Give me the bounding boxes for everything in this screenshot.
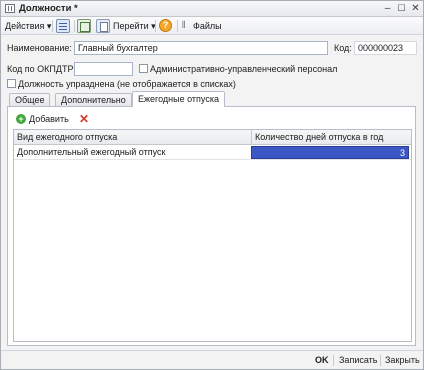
delete-icon[interactable]: ✕: [78, 112, 90, 126]
tab-annual-leave[interactable]: Ежегодные отпуска: [132, 91, 225, 107]
maximize-icon[interactable]: ☐: [395, 2, 408, 15]
toolbar-divider: [74, 20, 75, 32]
list-icon[interactable]: [56, 19, 70, 33]
tab-panel: + Добавить ✕ Вид ежегодного отпуска Коли…: [7, 106, 416, 346]
copy-icon[interactable]: [96, 19, 110, 33]
close-button[interactable]: Закрыть: [385, 353, 420, 367]
ok-button[interactable]: OK: [315, 353, 329, 367]
admin-personnel-checkbox[interactable]: [139, 64, 148, 73]
okpdtr-field[interactable]: [74, 62, 133, 76]
structure-icon[interactable]: [77, 19, 91, 33]
document-window: Должности * – ☐ ✕ Действия ▾ Перейти ▾ ?…: [0, 0, 424, 370]
add-button-label: Добавить: [29, 114, 69, 124]
files-button[interactable]: Файлы: [193, 19, 222, 33]
goto-menu-button[interactable]: Перейти ▾: [113, 19, 156, 33]
actions-menu-button[interactable]: Действия ▾: [5, 19, 51, 33]
okpdtr-label: Код по ОКПДТР:: [7, 64, 76, 74]
toolbar: Действия ▾ Перейти ▾ ? 𝍪 Файлы: [1, 17, 423, 35]
code-label: Код:: [334, 43, 352, 53]
footer-divider: [333, 355, 334, 366]
add-icon: +: [16, 114, 26, 124]
table-row[interactable]: Дополнительный ежегодный отпуск 3: [14, 146, 411, 160]
code-field[interactable]: 000000023: [354, 41, 417, 55]
abolished-label: Должность упразднена (не отображается в …: [18, 79, 236, 89]
footer-divider: [380, 355, 381, 366]
close-icon[interactable]: ✕: [409, 2, 422, 15]
column-leave-type[interactable]: Вид ежегодного отпуска: [14, 130, 251, 144]
table-header: Вид ежегодного отпуска Количество дней о…: [14, 130, 411, 145]
column-days-per-year[interactable]: Количество дней отпуска в год: [251, 130, 411, 144]
title-bar: Должности * – ☐ ✕: [1, 1, 423, 17]
abolished-checkbox[interactable]: [7, 79, 16, 88]
toolbar-divider: [155, 20, 156, 32]
name-field[interactable]: Главный бухгалтер: [74, 41, 328, 55]
name-label: Наименование:: [7, 43, 72, 53]
leave-type-cell[interactable]: Дополнительный ежегодный отпуск: [14, 146, 251, 159]
document-icon: [5, 4, 15, 13]
toolbar-divider: [177, 20, 178, 32]
footer-divider: [1, 350, 423, 351]
minimize-icon[interactable]: –: [381, 2, 394, 15]
toolbar-divider: [52, 20, 53, 32]
save-button[interactable]: Записать: [339, 353, 377, 367]
window-title: Должности *: [19, 3, 78, 14]
admin-personnel-label: Административно-управленческий персонал: [150, 64, 338, 74]
add-button[interactable]: + Добавить: [16, 112, 69, 126]
annual-leave-table[interactable]: Вид ежегодного отпуска Количество дней о…: [13, 129, 412, 342]
tab-additional[interactable]: Дополнительно: [55, 93, 132, 106]
paperclip-icon[interactable]: 𝍪: [182, 19, 190, 33]
tab-general[interactable]: Общее: [9, 93, 51, 106]
days-cell[interactable]: 3: [251, 146, 409, 159]
help-icon[interactable]: ?: [159, 19, 172, 32]
